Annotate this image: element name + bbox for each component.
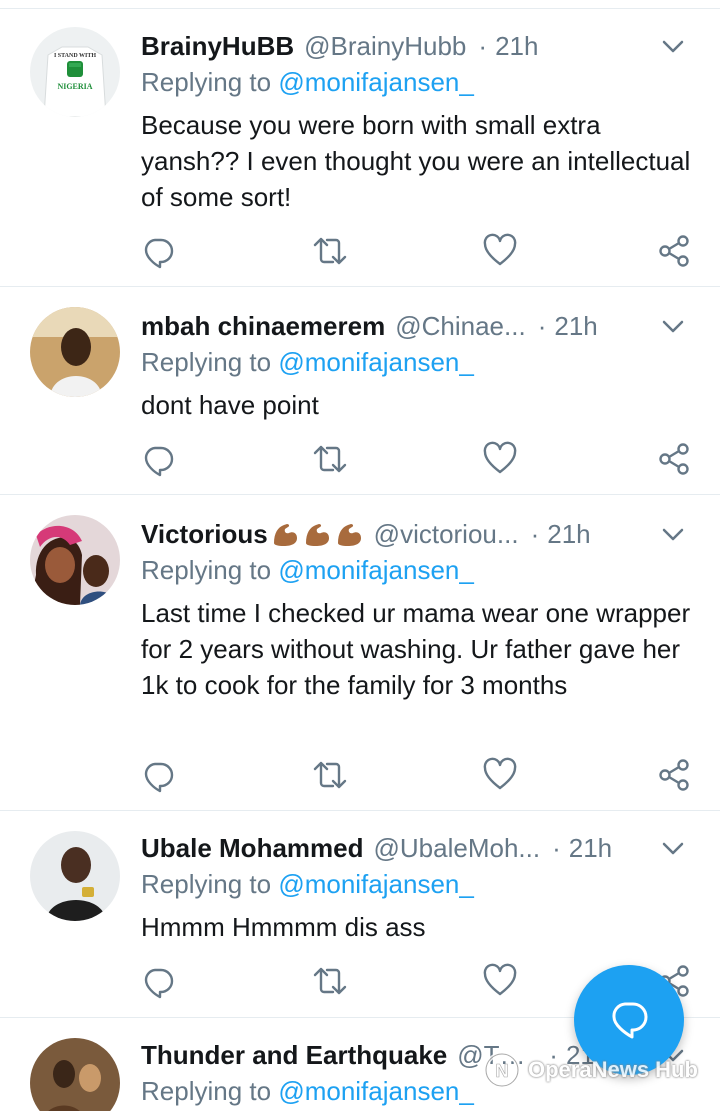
reply-icon[interactable] <box>140 757 176 793</box>
reply-icon[interactable] <box>140 441 176 477</box>
tweet-text: Hmmm Hmmmm dis ass <box>141 912 426 942</box>
replying-to-label: Replying to <box>141 347 279 377</box>
watermark-text: OperaNews Hub <box>528 1057 698 1082</box>
username[interactable]: @UbaleMoh... <box>374 833 541 864</box>
timestamp[interactable]: 21h <box>495 31 538 62</box>
like-icon[interactable] <box>482 963 518 999</box>
svg-text:N: N <box>496 1061 509 1081</box>
tweet-header: BrainyHuBB @BrainyHubb · 21h <box>141 27 690 65</box>
replying-to: Replying to @monifajansen_ <box>141 347 474 378</box>
tweet-card[interactable]: I STAND WITH NIGERIA BrainyHuBB @BrainyH… <box>0 9 720 287</box>
replying-to: Replying to @monifajansen_ <box>141 869 474 900</box>
avatar-image <box>30 307 120 397</box>
tweet-header: Victorious @victoriou... · 21h <box>141 515 690 553</box>
display-name[interactable]: Thunder and Earthquake <box>141 1040 447 1071</box>
share-icon[interactable] <box>656 757 692 793</box>
chevron-down-icon[interactable] <box>658 311 688 341</box>
timestamp[interactable]: 21h <box>554 311 597 342</box>
reply-icon[interactable] <box>140 963 176 999</box>
replying-to-label: Replying to <box>141 555 279 585</box>
avatar[interactable] <box>30 831 120 921</box>
separator-dot: · <box>552 832 561 863</box>
avatar[interactable] <box>30 307 120 397</box>
username[interactable]: @Chinae... <box>395 311 525 342</box>
chevron-down-icon[interactable] <box>658 519 688 549</box>
tweet-header: mbah chinaemerem @Chinae... · 21h <box>141 307 690 345</box>
tweet-card[interactable]: Victorious @victoriou... · 21h Replying … <box>0 495 720 811</box>
chevron-down-icon[interactable] <box>658 31 688 61</box>
tweet-actions <box>0 757 720 797</box>
mention-link[interactable]: @monifajansen_ <box>278 1076 474 1106</box>
replying-to-label: Replying to <box>141 1076 279 1106</box>
flexed-biceps-icon <box>305 524 329 546</box>
avatar-image <box>30 1038 120 1111</box>
like-icon[interactable] <box>482 233 518 269</box>
tweet-actions <box>0 233 720 273</box>
tweet-text: Last time I checked ur mama wear one wra… <box>141 598 691 700</box>
share-icon[interactable] <box>656 233 692 269</box>
avatar[interactable]: I STAND WITH NIGERIA <box>30 27 120 117</box>
avatar[interactable] <box>30 515 120 605</box>
separator-dot: · <box>537 310 547 341</box>
retweet-icon[interactable] <box>312 757 348 793</box>
avatar-caption-bottom: NIGERIA <box>57 82 92 91</box>
tweet-text: Because you were born with small extra y… <box>141 110 691 212</box>
mention-link[interactable]: @monifajansen_ <box>278 347 474 377</box>
tweet-actions <box>0 441 720 481</box>
avatar-caption-top: I STAND WITH <box>54 53 96 59</box>
top-divider <box>0 0 720 9</box>
tweet-text: dont have point <box>141 390 319 420</box>
timestamp[interactable]: 21h <box>569 833 612 864</box>
tweet-card[interactable]: mbah chinaemerem @Chinae... · 21h Replyi… <box>0 287 720 495</box>
separator-dot: · <box>478 30 488 61</box>
replying-to-label: Replying to <box>141 67 279 97</box>
avatar-image <box>30 515 120 605</box>
watermark: N OperaNews Hub <box>482 1048 698 1092</box>
username[interactable]: @BrainyHubb <box>304 31 466 62</box>
display-name[interactable]: Ubale Mohammed <box>141 833 364 864</box>
timestamp[interactable]: 21h <box>547 519 590 550</box>
avatar-image <box>30 831 120 921</box>
username[interactable]: @victoriou... <box>374 519 519 550</box>
mention-link[interactable]: @monifajansen_ <box>278 67 474 97</box>
separator-dot: · <box>530 518 540 549</box>
flexed-biceps-icon <box>337 524 361 546</box>
like-icon[interactable] <box>482 441 518 477</box>
retweet-icon[interactable] <box>312 963 348 999</box>
mention-link[interactable]: @monifajansen_ <box>278 869 474 899</box>
retweet-icon[interactable] <box>312 233 348 269</box>
reply-icon[interactable] <box>140 233 176 269</box>
tweet-header: Ubale Mohammed @UbaleMoh... · 21h <box>141 829 690 867</box>
display-name-text: Victorious <box>141 518 268 549</box>
display-name[interactable]: Victorious <box>141 519 364 550</box>
replying-to: Replying to @monifajansen_ <box>141 555 474 586</box>
retweet-icon[interactable] <box>312 441 348 477</box>
replying-to: Replying to @monifajansen_ <box>141 1076 474 1107</box>
avatar[interactable] <box>30 1038 120 1111</box>
chevron-down-icon[interactable] <box>658 833 688 863</box>
display-name[interactable]: BrainyHuBB <box>141 31 294 62</box>
mention-link[interactable]: @monifajansen_ <box>278 555 474 585</box>
flexed-biceps-icon <box>273 524 297 546</box>
replying-to: Replying to @monifajansen_ <box>141 67 474 98</box>
avatar-image: I STAND WITH NIGERIA <box>30 27 120 117</box>
display-name[interactable]: mbah chinaemerem <box>141 311 385 342</box>
opera-news-logo-icon: N <box>484 1052 520 1088</box>
replying-to-label: Replying to <box>141 869 279 899</box>
like-icon[interactable] <box>482 757 518 793</box>
share-icon[interactable] <box>656 441 692 477</box>
compose-reply-icon <box>612 1002 648 1039</box>
